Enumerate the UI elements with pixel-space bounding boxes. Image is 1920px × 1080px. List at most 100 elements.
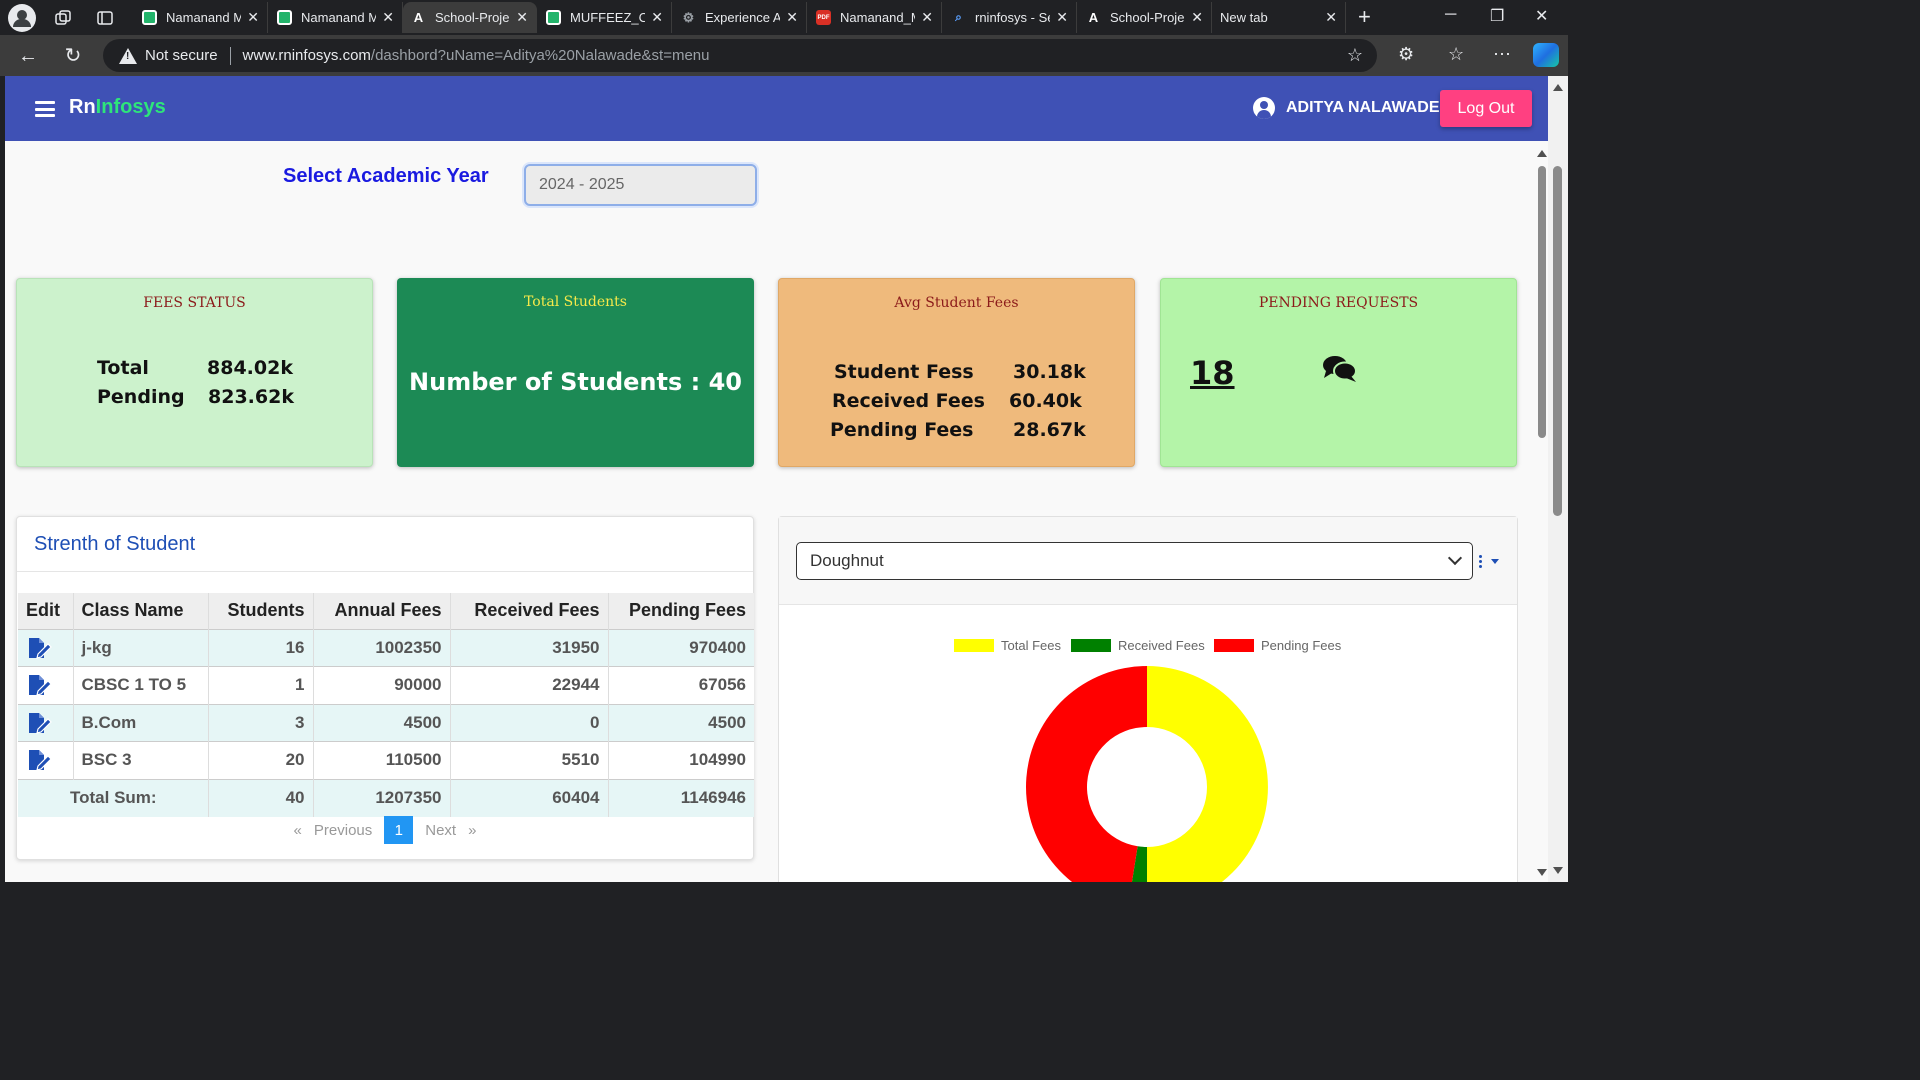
browser-tab[interactable]: A School-Proje ✕ xyxy=(1078,2,1212,33)
warning-icon xyxy=(119,47,137,64)
column-header[interactable]: Annual Fees xyxy=(313,593,451,629)
pending-requests-link[interactable]: 18 xyxy=(1190,354,1235,392)
legend-label[interactable]: Pending Fees xyxy=(1261,638,1342,653)
restore-icon[interactable]: ❐ xyxy=(1490,6,1504,26)
chart-type-select[interactable]: Doughnut xyxy=(796,542,1473,580)
current-page[interactable]: 1 xyxy=(384,816,414,844)
first-page-glyph[interactable]: « xyxy=(294,822,302,839)
extensions-icon[interactable]: ⚙ xyxy=(1398,44,1414,65)
pending-fees-cell: 4500 xyxy=(608,703,754,742)
kebab-menu-icon[interactable] xyxy=(1479,555,1483,569)
column-header[interactable]: Students xyxy=(208,593,314,629)
student-strength-panel: Strenth of Student Edit Class Name Stude… xyxy=(16,516,754,860)
total-students-card: Total Students Number of Students : 40 xyxy=(397,278,754,467)
received-fees-label: Received Fees xyxy=(832,390,985,412)
reload-icon[interactable]: ↻ xyxy=(60,43,86,69)
tab-title: New tab xyxy=(1220,10,1268,25)
table-row: BSC 3 20 110500 5510 104990 xyxy=(18,741,754,779)
browser-tab[interactable]: MUFFEEZ_CV ✕ xyxy=(538,2,672,33)
students-cell: 16 xyxy=(208,628,314,667)
window-scrollbar[interactable] xyxy=(1548,76,1568,882)
close-tab-icon[interactable]: ✕ xyxy=(1191,9,1203,26)
edit-icon[interactable] xyxy=(26,636,52,660)
comments-icon xyxy=(1322,354,1358,384)
security-status: Not secure xyxy=(145,47,218,64)
edit-icon[interactable] xyxy=(26,748,52,772)
pdf-favicon-icon: PDF xyxy=(816,10,831,25)
close-tab-icon[interactable]: ✕ xyxy=(1325,9,1337,26)
column-header[interactable]: Class Name xyxy=(73,593,209,629)
logout-button[interactable]: Log Out xyxy=(1440,90,1532,127)
card-title: Total Students xyxy=(524,294,627,310)
edit-icon[interactable] xyxy=(26,673,52,697)
caret-down-icon[interactable] xyxy=(1491,559,1499,564)
pagination: « Previous 1 Next » xyxy=(17,816,753,844)
green-favicon-icon xyxy=(142,10,157,25)
new-tab-button[interactable]: + xyxy=(1358,4,1371,30)
total-label: Total Sum: xyxy=(18,778,209,817)
browser-tab[interactable]: ⚙ Experience A ✕ xyxy=(673,2,807,33)
class-name: j-kg xyxy=(73,628,209,667)
browser-tab[interactable]: Namanand M ✕ xyxy=(269,2,403,33)
close-tab-icon[interactable]: ✕ xyxy=(516,9,528,26)
students-cell: 20 xyxy=(208,741,314,779)
legend-label[interactable]: Received Fees xyxy=(1118,638,1205,653)
user-avatar-icon xyxy=(1253,97,1275,119)
browser-tab[interactable]: PDF Namanand_M ✕ xyxy=(808,2,942,33)
close-window-icon[interactable]: ✕ xyxy=(1535,6,1548,26)
chart-type-value: Doughnut xyxy=(810,551,884,570)
received-fees-cell: 5510 xyxy=(450,741,609,779)
pending-fees-cell: 67056 xyxy=(608,666,754,704)
back-icon[interactable]: ← xyxy=(15,43,41,69)
last-page-glyph[interactable]: » xyxy=(468,822,476,839)
address-bar[interactable]: Not secure www.rninfosys.com/dashbord?uN… xyxy=(103,39,1377,72)
column-header[interactable]: Edit xyxy=(18,593,74,629)
favorite-star-icon[interactable]: ☆ xyxy=(1347,45,1363,66)
browser-tab[interactable]: A School-Proje ✕ xyxy=(403,2,537,33)
students-cell: 1 xyxy=(208,666,314,704)
doughnut-slice[interactable] xyxy=(1026,666,1147,882)
brand-logo[interactable]: RnInfosys xyxy=(69,96,166,119)
fees-status-card: FEES STATUS Total 884.02k Pending 823.62… xyxy=(16,278,373,467)
legend-swatch[interactable] xyxy=(1214,639,1254,652)
close-tab-icon[interactable]: ✕ xyxy=(651,9,663,26)
close-tab-icon[interactable]: ✕ xyxy=(1056,9,1068,26)
total-students: 40 xyxy=(208,778,314,817)
total-annual: 1207350 xyxy=(313,778,451,817)
close-tab-icon[interactable]: ✕ xyxy=(921,9,933,26)
received-fees-cell: 31950 xyxy=(450,628,609,667)
academic-year-input[interactable] xyxy=(524,164,757,206)
legend-swatch[interactable] xyxy=(1071,639,1111,652)
browser-tab[interactable]: New tab ✕ xyxy=(1212,2,1346,93)
strength-table: Edit Class Name Students Annual Fees Rec… xyxy=(18,593,754,817)
close-tab-icon[interactable]: ✕ xyxy=(247,9,259,26)
legend-label[interactable]: Total Fees xyxy=(1001,638,1061,653)
column-header[interactable]: Received Fees xyxy=(450,593,609,629)
previous-page-link[interactable]: Previous xyxy=(314,822,372,839)
column-header[interactable]: Pending Fees xyxy=(608,593,754,629)
workspaces-icon[interactable] xyxy=(50,5,76,31)
close-tab-icon[interactable]: ✕ xyxy=(382,9,394,26)
class-name: BSC 3 xyxy=(73,741,209,779)
favorites-icon[interactable]: ☆ xyxy=(1448,44,1464,65)
minimize-icon[interactable]: ─ xyxy=(1445,6,1456,24)
more-menu-icon[interactable]: ⋯ xyxy=(1493,44,1511,65)
tab-actions-icon[interactable] xyxy=(92,5,118,31)
close-tab-icon[interactable]: ✕ xyxy=(786,9,798,26)
next-page-link[interactable]: Next xyxy=(425,822,456,839)
browser-tab[interactable]: ⌕ rninfosys - Se ✕ xyxy=(943,2,1077,33)
tab-title: School-Proje xyxy=(435,10,510,25)
doughnut-slice[interactable] xyxy=(1147,666,1268,882)
page-scrollbar[interactable] xyxy=(1535,146,1548,878)
table-row: B.Com 3 4500 0 4500 xyxy=(18,703,754,742)
copilot-icon[interactable] xyxy=(1533,43,1559,67)
students-cell: 3 xyxy=(208,703,314,742)
total-row: Total Sum: 40 1207350 60404 1146946 xyxy=(18,778,754,817)
green-favicon-icon xyxy=(546,10,561,25)
pending-value: 823.62k xyxy=(208,386,294,408)
profile-icon[interactable] xyxy=(8,4,36,32)
browser-tab[interactable]: Namanand M ✕ xyxy=(134,2,268,33)
menu-icon[interactable] xyxy=(35,101,55,117)
edit-icon[interactable] xyxy=(26,711,52,735)
legend-swatch[interactable] xyxy=(954,639,994,652)
